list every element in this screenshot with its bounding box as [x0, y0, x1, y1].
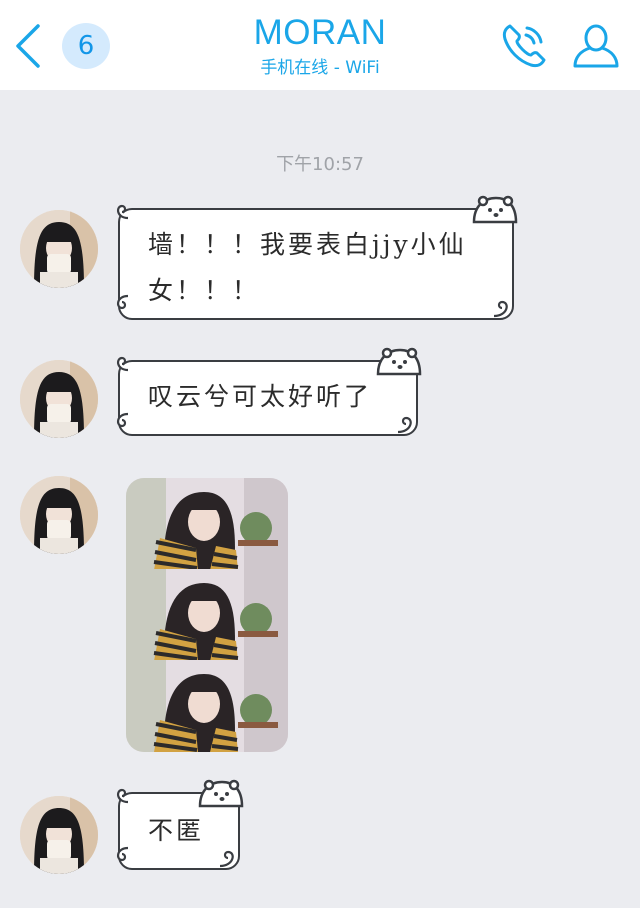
- bear-icon: [472, 195, 518, 224]
- back-button[interactable]: [10, 20, 50, 72]
- avatar[interactable]: [20, 796, 98, 874]
- bubble-curl-decoration: [117, 204, 129, 220]
- profile-icon: [573, 24, 619, 68]
- message-text: 叹云兮可太好听了: [148, 382, 373, 411]
- bear-icon: [376, 347, 422, 376]
- bear-icon: [198, 779, 244, 808]
- message-timestamp: 下午10:57: [276, 154, 364, 175]
- bubble-curl-decoration: [117, 294, 129, 310]
- bubble-curl-decoration: [117, 412, 129, 428]
- title-block: MORAN 手机在线 - WiFi: [160, 12, 480, 80]
- phone-icon: [502, 24, 546, 68]
- back-arrow-icon: [16, 24, 40, 68]
- message-bubble[interactable]: 墙！！！我要表白jjy小仙女！！！: [118, 208, 514, 320]
- message-bubble[interactable]: 叹云兮可太好听了: [118, 360, 418, 436]
- avatar[interactable]: [20, 476, 98, 554]
- bubble-curl-decoration: [117, 356, 129, 372]
- call-button[interactable]: [496, 18, 552, 74]
- bubble-curl-decoration: [219, 850, 234, 868]
- bubble-curl-decoration: [397, 416, 412, 434]
- chat-header: 6 MORAN 手机在线 - WiFi: [0, 0, 640, 90]
- bubble-curl-decoration: [117, 846, 129, 862]
- online-status: 手机在线 - WiFi: [260, 58, 380, 78]
- bubble-curl-decoration: [117, 788, 129, 804]
- profile-button[interactable]: [568, 18, 624, 74]
- unread-badge[interactable]: 6: [62, 23, 110, 69]
- bubble-curl-decoration: [493, 300, 508, 318]
- contact-name[interactable]: MORAN: [160, 12, 480, 54]
- image-message[interactable]: [126, 478, 288, 752]
- avatar[interactable]: [20, 210, 98, 288]
- message-text: 墙！！！我要表白jjy小仙女！！！: [148, 230, 467, 305]
- avatar[interactable]: [20, 360, 98, 438]
